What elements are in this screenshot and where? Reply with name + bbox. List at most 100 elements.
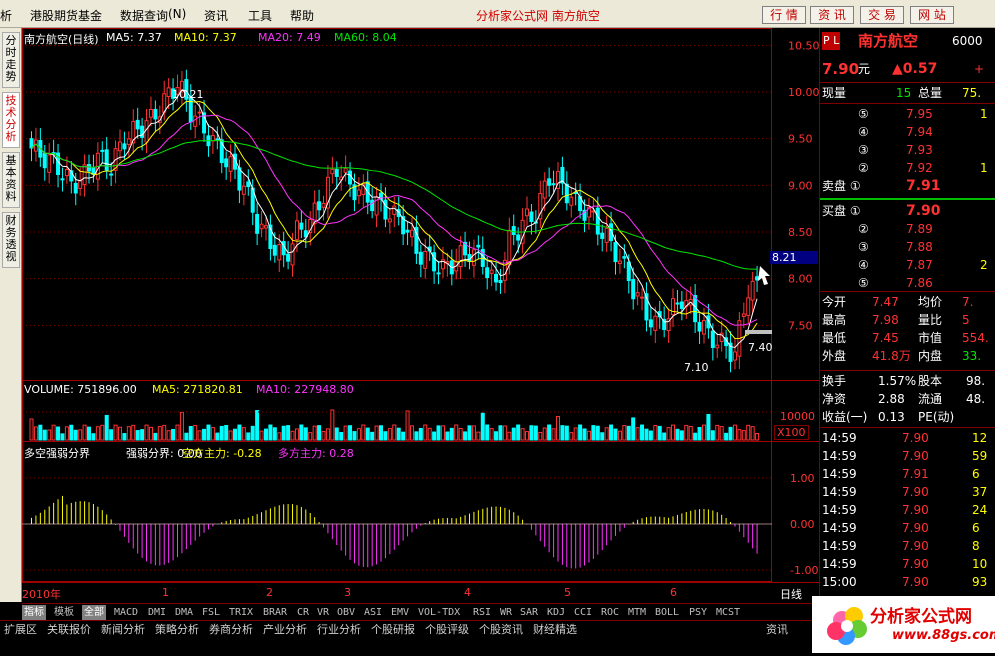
extension-tab[interactable]: 个股评级	[425, 622, 469, 637]
candle-body	[715, 344, 720, 349]
ma60-label: MA60: 8.04	[334, 31, 397, 44]
window-title: 分析家公式网 南方航空	[476, 9, 600, 23]
menu-item-data-query[interactable]: 数据查询	[120, 7, 168, 24]
volume-bar	[303, 427, 308, 441]
indicator-tab[interactable]: KDJ	[545, 605, 567, 620]
period-label[interactable]: 日线	[780, 586, 802, 602]
extension-tab[interactable]: 扩展区	[4, 622, 37, 637]
trade-button[interactable]: 交 易	[860, 6, 904, 24]
indicator-tick-label: 0.00	[790, 518, 815, 531]
stat-label: 收益(一)	[822, 410, 868, 424]
menu-item-tools[interactable]: 工具	[248, 7, 272, 24]
volume-bar	[728, 426, 733, 441]
x-label-3: 3	[344, 586, 351, 599]
indicator-tab[interactable]: RSI	[471, 605, 493, 620]
indicator-tab[interactable]: WR	[498, 605, 514, 620]
menu-item-help[interactable]: 帮助	[290, 7, 314, 24]
candle-body	[617, 260, 622, 264]
volume-bar	[343, 425, 348, 441]
indicator-tab[interactable]: BRAR	[261, 605, 289, 620]
volume-bar	[184, 432, 189, 441]
bid-row: ⑤ 7.86	[820, 274, 995, 292]
extension-tab[interactable]: 策略分析	[155, 622, 199, 637]
extension-tab[interactable]: 券商分析	[209, 622, 253, 637]
volume-bar	[657, 425, 662, 441]
volume-bar	[582, 428, 587, 441]
volume-bar	[148, 426, 153, 441]
volume-bar	[259, 430, 264, 441]
volume-bar	[538, 431, 543, 441]
tab-intraday[interactable]: 分时走势	[2, 32, 20, 88]
extension-tab[interactable]: 关联报价	[47, 622, 91, 637]
website-button[interactable]: 网 站	[910, 6, 954, 24]
indicator-tab[interactable]: 模板	[52, 605, 76, 620]
tab-financials[interactable]: 财务透视	[2, 212, 20, 268]
volume-ma5: MA5: 271820.81	[152, 383, 243, 396]
indicator-tab[interactable]: MTM	[626, 605, 648, 620]
indicator-tab[interactable]: ASI	[362, 605, 384, 620]
extension-tab[interactable]: 个股资讯	[479, 622, 523, 637]
candle-body	[162, 93, 167, 113]
indicator-tab[interactable]: PSY	[687, 605, 709, 620]
tick-row: 15:00 7.90 93	[820, 573, 995, 591]
indicator-tab[interactable]: 全部	[82, 605, 106, 620]
volume-bar	[671, 424, 676, 441]
x-label-year: 2010年	[22, 588, 61, 601]
current-volume-label: 现量	[822, 86, 847, 100]
indicator-tab[interactable]: BOLL	[653, 605, 681, 620]
indicator-tab[interactable]: VR	[315, 605, 331, 620]
x-label-6: 6	[670, 586, 677, 599]
volume-bar	[409, 425, 414, 441]
volume-bar	[352, 431, 357, 441]
indicator-tab[interactable]: ROC	[599, 605, 621, 620]
indicator-tab[interactable]: SAR	[518, 605, 540, 620]
candle-body	[631, 279, 636, 300]
tick-row: 14:59 7.90 37	[820, 483, 995, 501]
indicator-tab[interactable]: TRIX	[227, 605, 255, 620]
indicator-tab[interactable]: EMV	[389, 605, 411, 620]
indicator-tab[interactable]: OBV	[335, 605, 357, 620]
menu-item-hk-futures[interactable]: 港股期货基金	[30, 7, 102, 24]
tick-volume: 37	[972, 485, 988, 499]
volume-bar	[423, 424, 428, 441]
tab-fundamentals[interactable]: 基本资料	[2, 152, 20, 208]
extension-tab[interactable]: 新闻分析	[101, 622, 145, 637]
volume-bar	[144, 424, 149, 441]
tick-price: 7.90	[902, 521, 929, 535]
volume-bar	[719, 426, 724, 441]
volume-bar	[511, 427, 516, 441]
extension-tab[interactable]: 行业分析	[317, 622, 361, 637]
menu-item-analysis[interactable]: 析	[0, 7, 12, 24]
chart-canvas[interactable]: 10.50 10.00 9.50 9.00 8.50 8.00 7.50 1.00 0.00 -1…	[22, 28, 819, 602]
current-price: 7.90	[822, 60, 860, 78]
indicator-tab[interactable]: DMA	[173, 605, 195, 620]
candle-body	[334, 169, 339, 177]
volume-bar	[418, 427, 423, 441]
extension-tab[interactable]: 财经精选	[533, 622, 577, 637]
volume-bar	[626, 425, 631, 441]
extension-tab[interactable]: 个股研报	[371, 622, 415, 637]
indicator-tab[interactable]: MACD	[112, 605, 140, 620]
quote-button[interactable]: 行 情	[762, 6, 806, 24]
tick-price: 7.90	[902, 503, 929, 517]
indicator-tab[interactable]: CR	[295, 605, 311, 620]
bid-price: 7.89	[906, 222, 933, 236]
info-button[interactable]: 资 讯	[810, 6, 854, 24]
indicator-tab[interactable]: MCST	[714, 605, 742, 620]
indicator-tab[interactable]: VOL-TDX	[416, 605, 462, 620]
volume-bar	[697, 426, 702, 441]
tab-technical[interactable]: 技术分析	[2, 92, 20, 148]
indicator-tab[interactable]: DMI	[146, 605, 168, 620]
menu-item-news[interactable]: 资讯	[204, 7, 228, 24]
x-label-4: 4	[464, 586, 471, 599]
indicator-tab[interactable]: CCI	[572, 605, 594, 620]
indicator-tab[interactable]: FSL	[200, 605, 222, 620]
candle-body	[64, 168, 69, 177]
candle-body	[122, 143, 127, 150]
extension-tab[interactable]: 产业分析	[263, 622, 307, 637]
indicator-tab[interactable]: 指标	[22, 605, 46, 620]
candle-body	[547, 178, 552, 186]
current-price-tag: 8.21	[770, 251, 818, 264]
kline-chart[interactable]: 10.50 10.00 9.50 9.00 8.50 8.00 7.50 1.00 0.00 -1…	[22, 28, 819, 602]
status-news[interactable]: 资讯	[766, 622, 788, 637]
